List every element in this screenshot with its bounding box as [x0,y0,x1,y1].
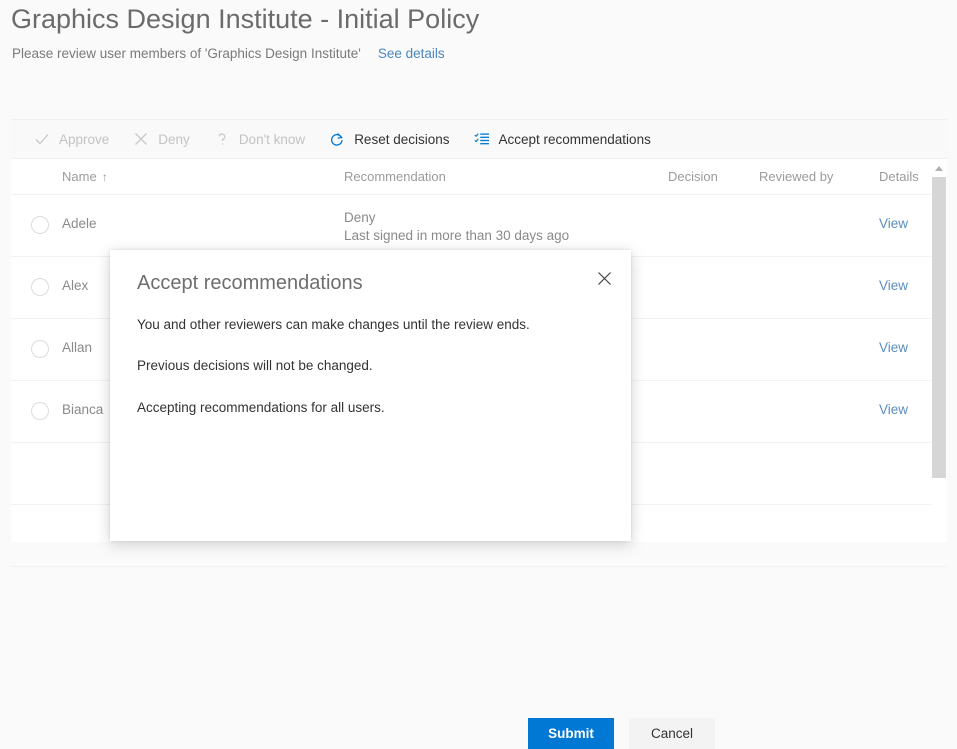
dont-know-button[interactable]: Don't know [212,120,315,159]
cell-name: Allan [62,340,92,355]
table-scrollbar[interactable] [931,159,947,542]
review-page: Graphics Design Institute - Initial Poli… [0,0,957,541]
approve-label: Approve [59,132,109,147]
recommendation-reason: Last signed in more than 30 days ago [344,227,569,245]
deny-label: Deny [158,132,190,147]
row-select-circle[interactable] [31,340,49,358]
close-x-icon [131,129,151,149]
refresh-arrow-icon [327,129,347,149]
sort-ascending-icon: ↑ [102,170,108,184]
dialog-line-3: Accepting recommendations for all users. [137,399,607,417]
cell-name: Adele [62,216,97,231]
cancel-button[interactable]: Cancel [629,718,715,749]
accept-recommendations-dialog: Accept recommendations You and other rev… [110,250,631,541]
dialog-actions: Submit Cancel [528,718,715,749]
page-subtitle-row: Please review user members of 'Graphics … [12,46,445,61]
checklist-icon [472,129,492,149]
column-header-reviewed-by[interactable]: Reviewed by [759,169,833,184]
page-subtitle: Please review user members of 'Graphics … [12,46,361,61]
column-header-recommendation[interactable]: Recommendation [344,169,446,184]
table-header-row: Name ↑ Recommendation Decision Reviewed b… [11,159,947,195]
dialog-close-button[interactable] [589,266,619,296]
accept-recommendations-label: Accept recommendations [499,132,651,147]
close-x-icon [597,271,612,291]
page-title: Graphics Design Institute - Initial Poli… [11,4,479,35]
submit-button[interactable]: Submit [528,718,614,749]
row-select-circle[interactable] [31,278,49,296]
approve-button[interactable]: Approve [32,120,119,159]
column-header-decision[interactable]: Decision [668,169,718,184]
cell-name: Alex [62,278,88,293]
details-view-link[interactable]: View [879,402,908,417]
scrollbar-thumb[interactable] [932,177,946,478]
dialog-line-1: You and other reviewers can make changes… [137,316,607,334]
dialog-title: Accept recommendations [137,272,363,295]
check-icon [32,129,52,149]
dont-know-label: Don't know [239,132,305,147]
accept-recommendations-button[interactable]: Accept recommendations [472,120,661,159]
column-header-details[interactable]: Details [879,169,919,184]
recommendation-value: Deny [344,210,376,225]
deny-button[interactable]: Deny [131,120,200,159]
details-view-link[interactable]: View [879,340,908,355]
command-bar: Approve Deny Don't know Reset decisions [11,120,947,159]
table-row[interactable]: Adele Deny Last signed in more than 30 d… [11,195,947,257]
row-select-circle[interactable] [31,402,49,420]
row-select-circle[interactable] [31,216,49,234]
details-view-link[interactable]: View [879,278,908,293]
column-header-name[interactable]: Name ↑ [62,169,108,184]
question-mark-icon [212,129,232,149]
see-details-link[interactable]: See details [378,46,445,61]
scroll-up-arrow-icon[interactable] [931,160,947,176]
reset-decisions-button[interactable]: Reset decisions [327,120,459,159]
details-view-link[interactable]: View [879,216,908,231]
page-header: Graphics Design Institute - Initial Poli… [0,0,957,104]
cell-name: Bianca [62,402,103,417]
column-header-name-label: Name [62,169,97,184]
cell-recommendation: Deny Last signed in more than 30 days ag… [344,209,569,245]
dialog-line-2: Previous decisions will not be changed. [137,357,607,375]
reset-decisions-label: Reset decisions [354,132,449,147]
dialog-body: You and other reviewers can make changes… [137,316,607,440]
